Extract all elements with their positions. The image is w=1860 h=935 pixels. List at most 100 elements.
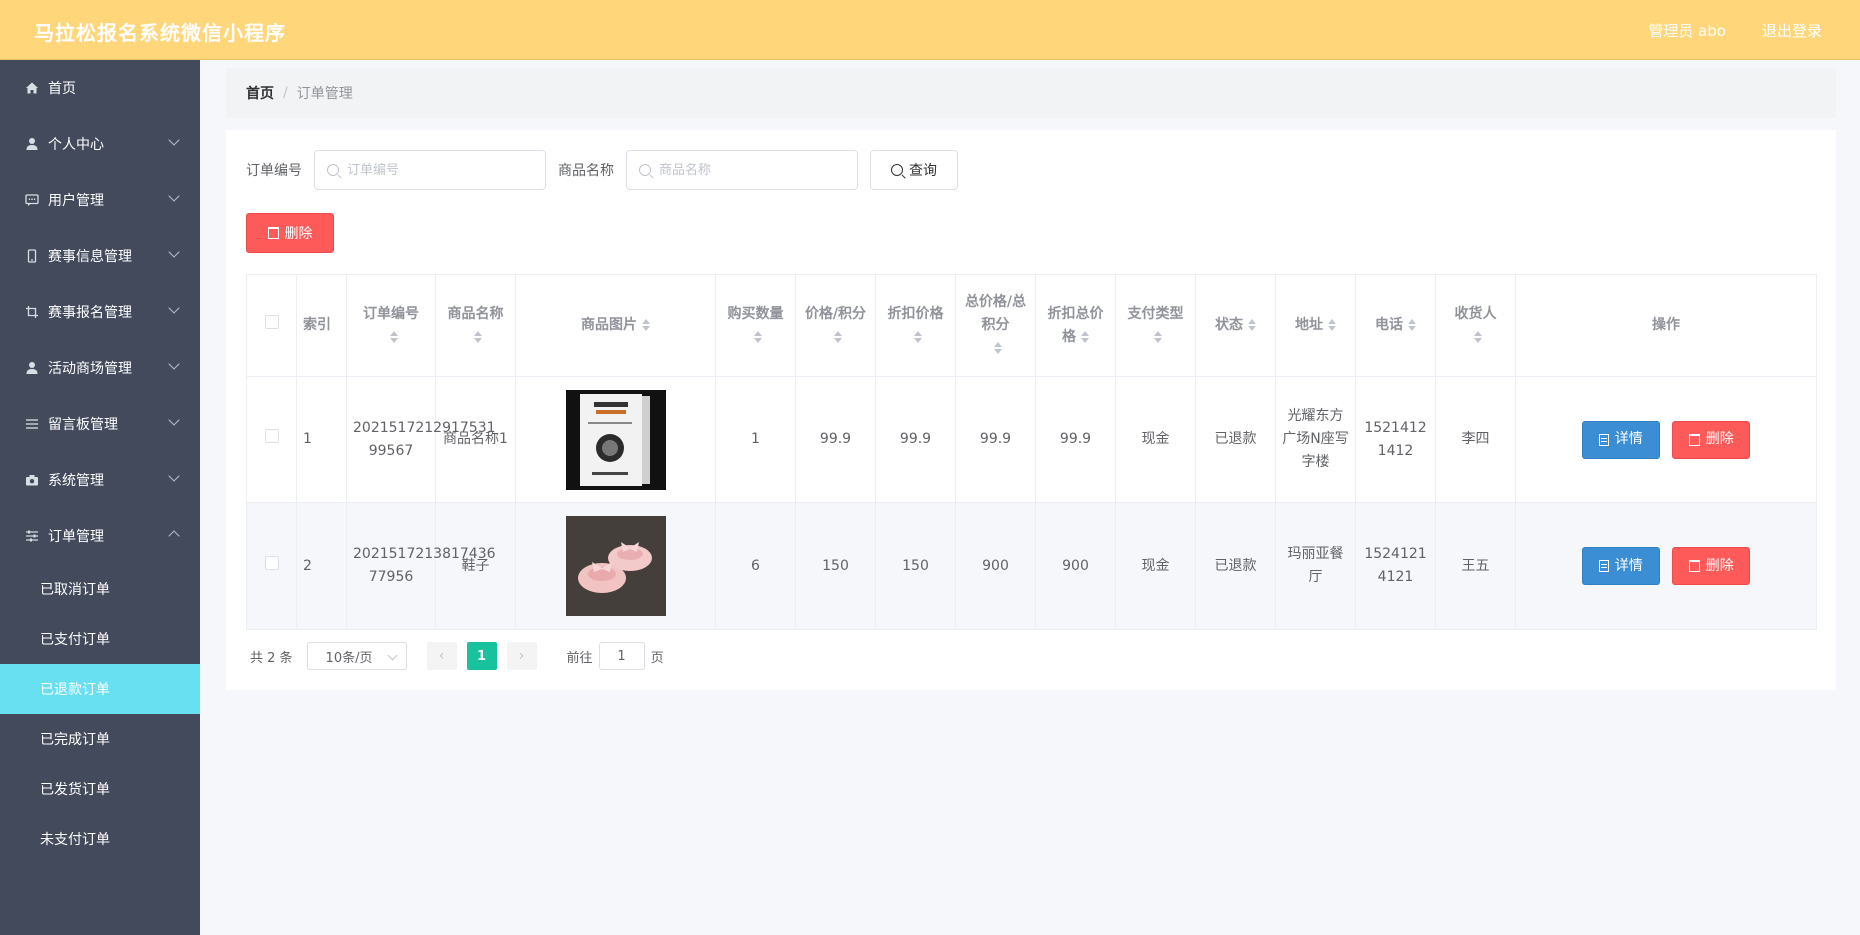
header-discount-total[interactable]: 折扣总价格	[1035, 274, 1116, 377]
cell-product-image	[515, 502, 716, 630]
detail-button[interactable]: 详情	[1581, 547, 1660, 585]
sidebar-item-label: 赛事报名管理	[48, 305, 132, 321]
document-icon	[1598, 433, 1609, 446]
sidebar-item-home[interactable]: 首页	[0, 60, 200, 116]
sidebar-subitem-completed[interactable]: 已完成订单	[0, 714, 200, 764]
sidebar-subitem-shipped[interactable]: 已发货订单	[0, 764, 200, 814]
sort-icon[interactable]	[1081, 330, 1089, 343]
cell-total: 900	[955, 502, 1036, 630]
sidebar-subitem-unpaid[interactable]: 未支付订单	[0, 814, 200, 864]
header-address[interactable]: 地址	[1275, 274, 1356, 377]
cell-index: 1	[296, 376, 347, 503]
sort-icon[interactable]	[1474, 330, 1482, 343]
cell-price: 99.9	[795, 376, 876, 503]
header-status[interactable]: 状态	[1195, 274, 1276, 377]
row-checkbox[interactable]	[264, 429, 279, 443]
sort-icon[interactable]	[1248, 319, 1256, 331]
page-size-select[interactable]: 10条/页	[306, 642, 407, 670]
sort-icon[interactable]	[994, 342, 1002, 354]
select-all-checkbox[interactable]	[264, 315, 279, 329]
batch-delete-button[interactable]: 删除	[246, 213, 334, 253]
sort-icon[interactable]	[834, 330, 842, 343]
cell-index: 2	[296, 502, 347, 630]
sort-icon[interactable]	[1408, 319, 1416, 331]
sidebar-item-label: 赛事信息管理	[48, 249, 132, 265]
sort-icon[interactable]	[1328, 319, 1336, 331]
goto-page-input[interactable]: 1	[598, 642, 645, 670]
header-quantity[interactable]: 购买数量	[715, 274, 796, 377]
sidebar-item-order-management[interactable]: 订单管理	[0, 508, 200, 564]
breadcrumb-separator: /	[283, 85, 288, 101]
header-label: 电话	[1375, 317, 1403, 333]
delete-button[interactable]: 删除	[1672, 420, 1751, 459]
sort-icon[interactable]	[389, 330, 398, 343]
sort-icon[interactable]	[754, 330, 762, 343]
header-order-no[interactable]: 订单编号	[346, 274, 436, 377]
sidebar-item-event-info[interactable]: 赛事信息管理	[0, 228, 200, 284]
breadcrumb: 首页 / 订单管理	[226, 68, 1836, 118]
chevron-down-icon	[168, 470, 180, 482]
sidebar-item-personal-center[interactable]: 个人中心	[0, 116, 200, 172]
header-phone[interactable]: 电话	[1355, 274, 1436, 377]
cell-status: 已退款	[1195, 502, 1276, 630]
product-name-field[interactable]	[626, 150, 858, 190]
chat-icon	[24, 192, 40, 208]
header-discount-price[interactable]: 折扣价格	[875, 274, 956, 377]
header-label: 商品名称	[447, 305, 504, 322]
prev-page-button[interactable]: ‹	[426, 642, 457, 670]
sidebar-item-user-management[interactable]: 用户管理	[0, 172, 200, 228]
query-button[interactable]: 查询	[870, 150, 958, 190]
header-product-name[interactable]: 商品名称	[435, 274, 516, 377]
cell-price: 150	[795, 502, 876, 630]
goto-prefix: 前往	[566, 650, 593, 666]
table-row: 1 2021517212917531 99567 商品名称1 1 99.9 99…	[246, 376, 1817, 503]
sort-icon[interactable]	[474, 330, 482, 343]
next-page-button[interactable]: ›	[506, 642, 537, 670]
row-checkbox[interactable]	[264, 555, 279, 570]
cell-phone: 15214121412	[1355, 376, 1436, 503]
header-price[interactable]: 价格/积分	[795, 274, 876, 377]
header-product-image[interactable]: 商品图片	[515, 274, 716, 377]
order-no-input[interactable]	[347, 162, 527, 178]
sliders-icon	[24, 528, 40, 544]
cell-total: 99.9	[955, 376, 1036, 503]
search-icon	[327, 164, 339, 176]
detail-button[interactable]: 详情	[1581, 420, 1660, 459]
trash-icon	[267, 227, 279, 239]
header-total[interactable]: 总价格/总积分	[955, 274, 1036, 377]
header-label: 地址	[1295, 317, 1323, 333]
sidebar-item-system[interactable]: 系统管理	[0, 452, 200, 508]
detail-label: 详情	[1614, 557, 1643, 574]
product-name-input[interactable]	[659, 162, 839, 178]
page-number-current[interactable]: 1	[466, 642, 497, 670]
header-receiver[interactable]: 收货人	[1435, 274, 1516, 377]
sidebar-subitem-refunded[interactable]: 已退款订单	[0, 664, 200, 714]
order-no-label: 订单编号	[246, 163, 302, 179]
chevron-right-icon: ›	[518, 648, 525, 664]
cell-status: 已退款	[1195, 376, 1276, 503]
header-index: 索引	[296, 274, 347, 377]
chevron-down-icon	[168, 302, 180, 314]
sidebar-subitem-cancelled[interactable]: 已取消订单	[0, 564, 200, 614]
camera-icon	[24, 472, 40, 488]
sidebar-item-label: 个人中心	[48, 137, 104, 153]
sort-icon[interactable]	[642, 319, 650, 331]
delete-button[interactable]: 删除	[1672, 547, 1751, 585]
sidebar-item-event-registration[interactable]: 赛事报名管理	[0, 284, 200, 340]
sort-icon[interactable]	[1154, 330, 1162, 343]
search-form: 订单编号 商品名称 查询	[246, 150, 958, 190]
sidebar-item-mall[interactable]: 活动商场管理	[0, 340, 200, 396]
breadcrumb-home[interactable]: 首页	[246, 83, 274, 103]
sort-icon[interactable]	[914, 330, 922, 343]
sidebar-item-message-board[interactable]: 留言板管理	[0, 396, 200, 452]
logout-link[interactable]: 退出登录	[1762, 20, 1822, 41]
sidebar-subitem-paid[interactable]: 已支付订单	[0, 614, 200, 664]
sidebar: 首页 个人中心 用户管理 赛事信息管理 赛事报名管理 活动商场管理 留言板管理 …	[0, 60, 200, 935]
trash-icon	[1688, 433, 1700, 446]
order-no-field[interactable]	[314, 150, 546, 190]
sidebar-item-label: 留言板管理	[48, 417, 118, 433]
header-pay-type[interactable]: 支付类型	[1115, 274, 1196, 377]
search-icon	[639, 164, 651, 176]
chevron-up-icon	[168, 530, 180, 542]
chevron-down-icon	[168, 190, 180, 202]
